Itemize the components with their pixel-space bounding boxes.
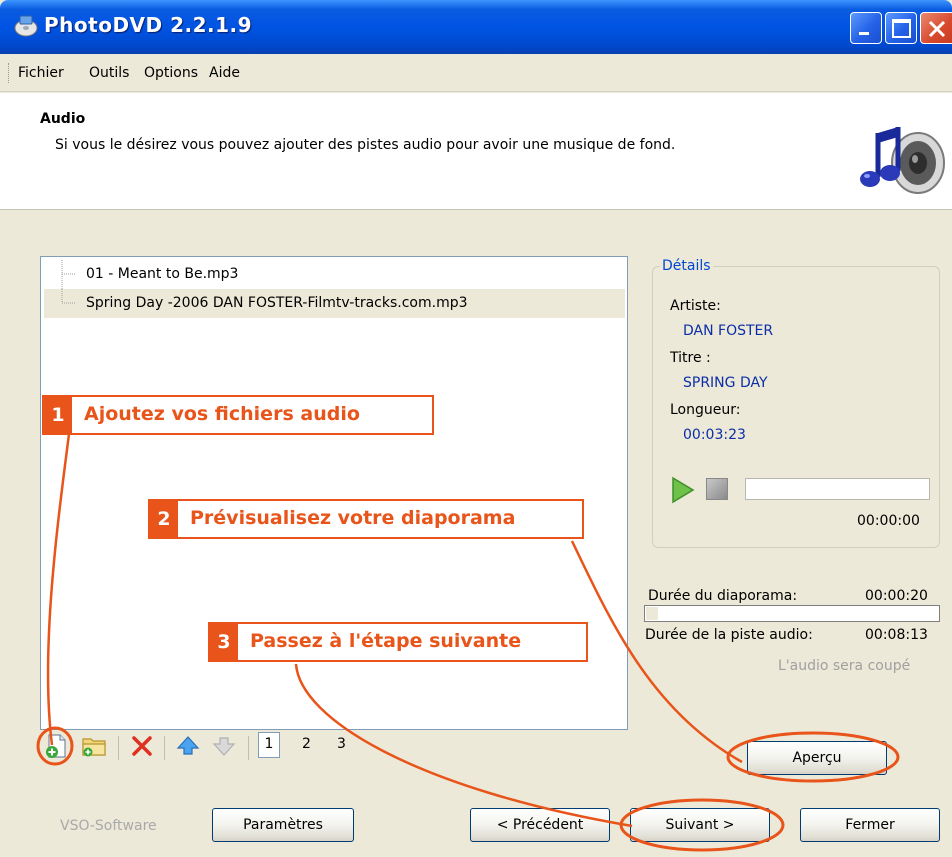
slideshow-duration-label: Durée du diaporama: xyxy=(648,588,798,604)
page-3[interactable]: 3 xyxy=(337,736,346,752)
length-value: 00:03:23 xyxy=(683,427,746,443)
minimize-button[interactable] xyxy=(850,12,882,44)
page-2[interactable]: 2 xyxy=(302,736,311,752)
details-legend: Détails xyxy=(660,258,713,274)
track-name: Spring Day -2006 DAN FOSTER-Filmtv-track… xyxy=(86,295,468,311)
toolbar-separator xyxy=(118,736,119,760)
step-header: Audio Si vous le désirez vous pouvez ajo… xyxy=(0,93,952,210)
audio-duration-label: Durée de la piste audio: xyxy=(645,627,813,643)
app-disc-icon xyxy=(14,15,38,37)
toolbar-separator xyxy=(164,736,165,760)
maximize-button[interactable] xyxy=(885,12,917,44)
callout-number: 2 xyxy=(150,501,178,537)
play-icon[interactable] xyxy=(670,476,696,504)
callout-text: Passez à l'étape suivante xyxy=(250,630,522,652)
close-button[interactable]: Fermer xyxy=(800,808,940,842)
close-icon xyxy=(928,20,946,38)
move-down-icon[interactable] xyxy=(210,732,238,760)
add-folder-icon[interactable] xyxy=(80,732,108,760)
window-title: PhotoDVD 2.2.1.9 xyxy=(44,13,253,37)
step-description: Si vous le désirez vous pouvez ajouter d… xyxy=(55,137,676,153)
list-toolbar: 1 2 3 xyxy=(40,732,370,764)
previous-button[interactable]: < Précédent xyxy=(470,808,610,842)
menu-bar: Fichier Outils Options Aide xyxy=(0,54,952,92)
callout-3: 3 Passez à l'étape suivante xyxy=(208,622,588,662)
artist-label: Artiste: xyxy=(670,298,721,314)
playback-time: 00:00:00 xyxy=(857,513,920,529)
callout-text: Prévisualisez votre diaporama xyxy=(190,507,516,529)
step-title: Audio xyxy=(40,111,86,127)
callout-number: 1 xyxy=(44,397,72,433)
menu-options[interactable]: Options xyxy=(144,65,198,81)
title-bar[interactable]: PhotoDVD 2.2.1.9 xyxy=(0,0,952,54)
menu-outils[interactable]: Outils xyxy=(89,65,129,81)
menu-fichier[interactable]: Fichier xyxy=(18,65,64,81)
minimize-icon xyxy=(859,32,869,35)
stop-icon[interactable] xyxy=(706,478,728,500)
music-speaker-icon xyxy=(860,127,945,194)
title-value: SPRING DAY xyxy=(683,375,768,391)
app-window: PhotoDVD 2.2.1.9 Fichier Outils Options … xyxy=(0,0,952,857)
title-label: Titre : xyxy=(670,350,711,366)
slideshow-duration-value: 00:00:20 xyxy=(865,588,928,604)
callout-number: 3 xyxy=(210,624,238,660)
callout-2: 2 Prévisualisez votre diaporama xyxy=(148,499,584,539)
toolbar-separator xyxy=(248,736,249,760)
settings-button[interactable]: Paramètres xyxy=(212,808,354,842)
vso-brand: VSO-Software xyxy=(60,818,157,834)
audio-duration-value: 00:08:13 xyxy=(865,627,928,643)
maximize-icon xyxy=(892,19,911,38)
delete-icon[interactable] xyxy=(128,732,156,760)
duration-bar xyxy=(644,605,940,622)
preview-button[interactable]: Aperçu xyxy=(747,741,887,775)
duration-bar-fill xyxy=(646,607,658,620)
menu-grip xyxy=(8,63,11,83)
track-name: 01 - Meant to Be.mp3 xyxy=(86,266,239,282)
callout-1: 1 Ajoutez vos fichiers audio xyxy=(42,395,434,435)
page-1[interactable]: 1 xyxy=(258,732,280,758)
tree-line-icon xyxy=(61,289,76,304)
audio-cut-note: L'audio sera coupé xyxy=(778,658,911,674)
callout-text: Ajoutez vos fichiers audio xyxy=(84,403,360,425)
tree-line-icon xyxy=(61,260,76,289)
track-item[interactable]: Spring Day -2006 DAN FOSTER-Filmtv-track… xyxy=(44,289,625,318)
playback-progress[interactable] xyxy=(745,478,930,500)
move-up-icon[interactable] xyxy=(174,732,202,760)
artist-value: DAN FOSTER xyxy=(683,323,774,339)
add-file-icon[interactable] xyxy=(42,732,70,760)
length-label: Longueur: xyxy=(670,402,741,418)
track-item[interactable]: 01 - Meant to Be.mp3 xyxy=(44,260,625,289)
menu-aide[interactable]: Aide xyxy=(209,65,240,81)
close-window-button[interactable] xyxy=(920,12,952,44)
next-button[interactable]: Suivant > xyxy=(630,808,770,842)
